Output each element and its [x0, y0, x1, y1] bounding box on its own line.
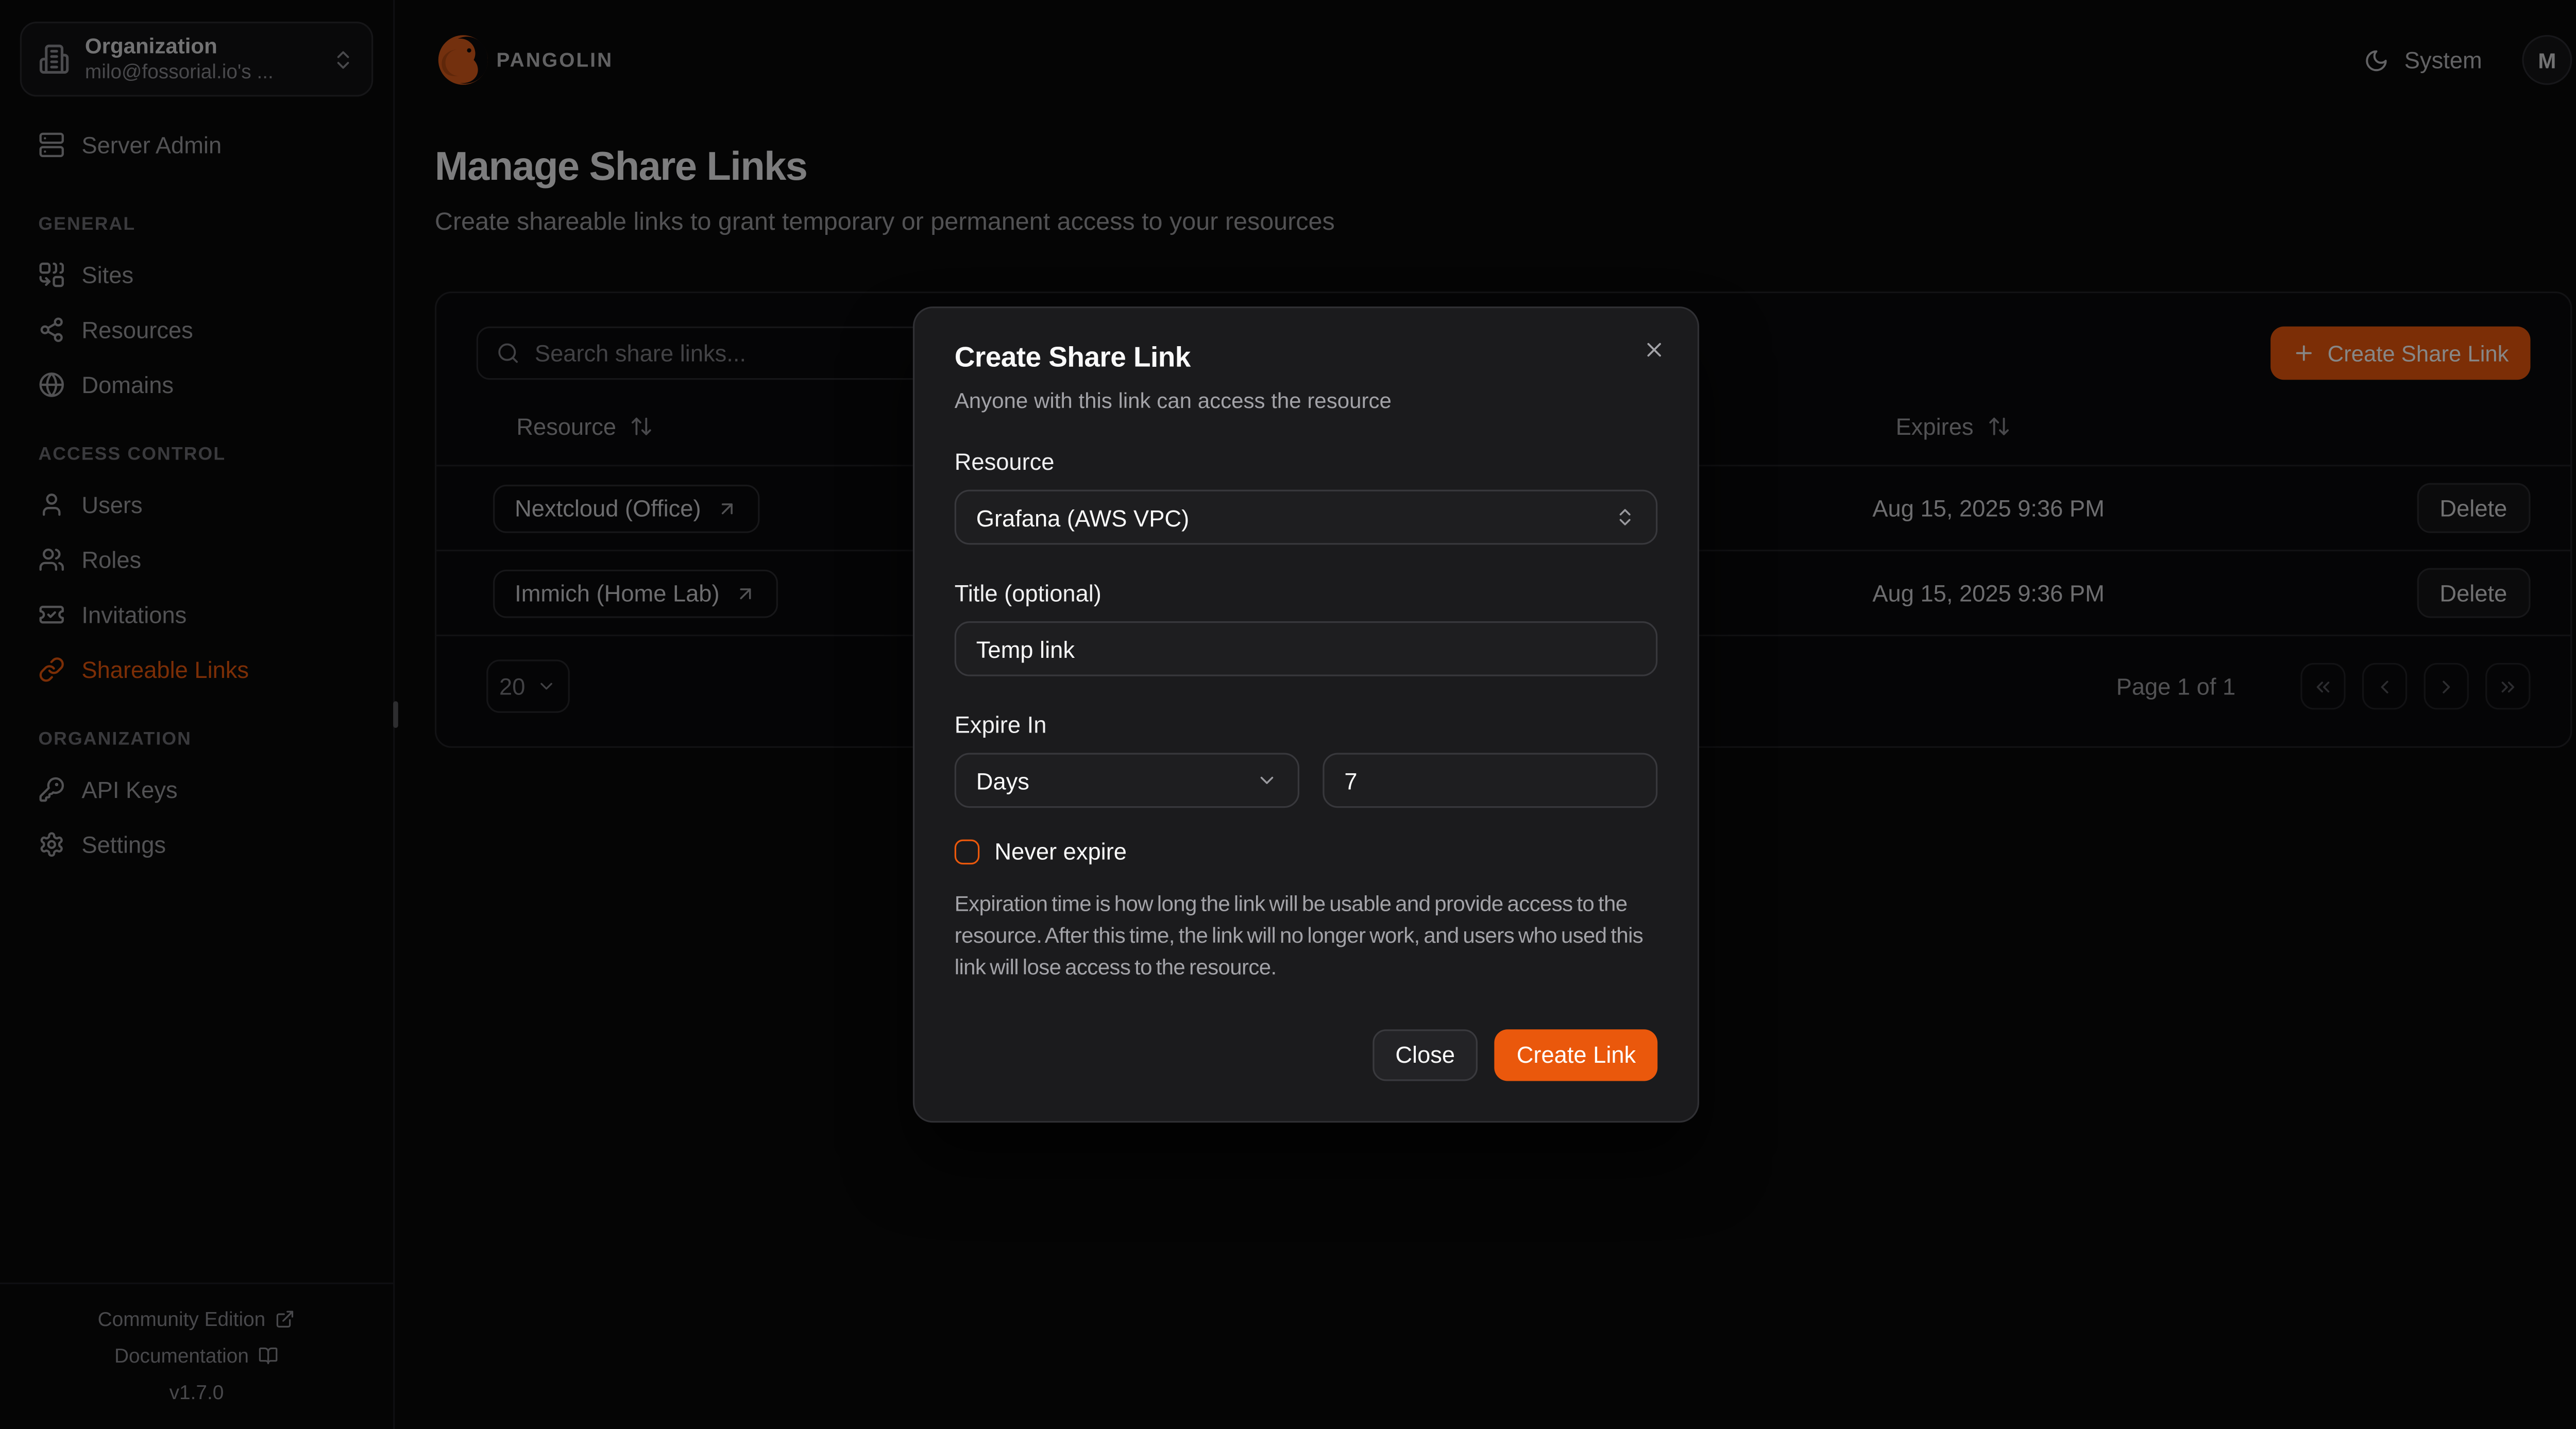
app-window: Organization milo@fossorial.io's ... Ser… [0, 0, 2576, 1429]
title-field [955, 622, 1657, 677]
resource-label: Resource [955, 449, 1657, 475]
never-expire-label: Never expire [994, 838, 1127, 865]
title-label: Title (optional) [955, 580, 1657, 607]
create-link-button[interactable]: Create Link [1495, 1029, 1658, 1080]
never-expire-option[interactable]: Never expire [955, 838, 1657, 865]
resource-select[interactable]: Grafana (AWS VPC) [955, 490, 1657, 545]
modal-subtitle: Anyone with this link can access the res… [955, 388, 1657, 414]
chevron-down-icon [1256, 770, 1278, 792]
modal-title: Create Share Link [955, 342, 1657, 376]
expire-value-input[interactable] [1344, 768, 1636, 794]
close-button[interactable]: Close [1372, 1029, 1478, 1080]
title-input[interactable] [976, 636, 1636, 662]
expire-unit-select[interactable]: Days [955, 753, 1299, 808]
close-icon[interactable] [1639, 335, 1669, 365]
chevrons-up-down-icon [1614, 507, 1636, 529]
never-expire-checkbox[interactable] [955, 839, 980, 864]
expire-value-field [1323, 753, 1657, 808]
create-share-link-modal: Create Share Link Anyone with this link … [913, 307, 1699, 1122]
expiration-description: Expiration time is how long the link wil… [955, 890, 1657, 984]
expire-label: Expire In [955, 711, 1657, 738]
